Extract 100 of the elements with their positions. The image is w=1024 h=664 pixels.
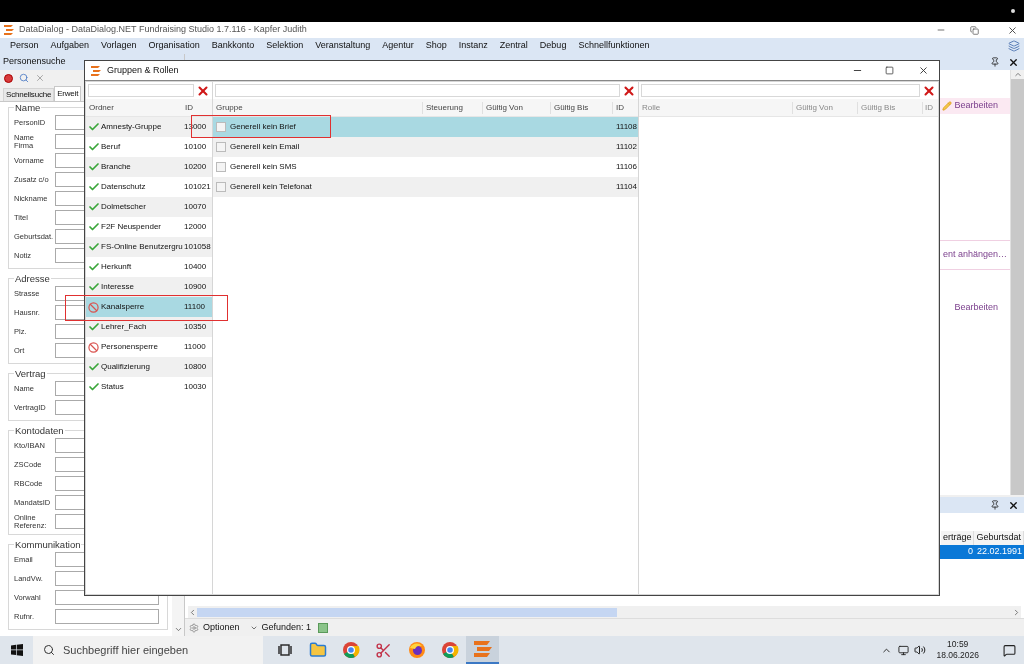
notification-icon[interactable] [1003, 643, 1016, 657]
tab[interactable]: Erweit [54, 86, 82, 101]
clear-icon[interactable] [922, 83, 936, 98]
menu-item[interactable]: Aufgaben [44, 39, 96, 53]
menu-item[interactable]: Zentral [493, 39, 534, 53]
task-view-icon[interactable] [277, 644, 292, 656]
menu-item[interactable]: Agentur [376, 39, 420, 53]
folder-name: Beruf [101, 141, 122, 153]
list-row[interactable]: Kanalsperre 11100 [86, 297, 212, 317]
windows-icon[interactable] [1008, 40, 1020, 52]
clock[interactable]: 10:59 18.06.2026 [936, 639, 979, 661]
search-field[interactable]: Suchbegriff hier eingeben [33, 636, 263, 664]
menu-item[interactable]: Person [4, 39, 45, 53]
menu-item[interactable]: Schnellfunktionen [572, 39, 656, 53]
checkbox[interactable] [216, 122, 226, 132]
search-icon[interactable] [19, 73, 29, 83]
list-row[interactable]: Generell kein Telefonat 11104 [213, 177, 638, 197]
scroll-right-icon[interactable] [1012, 607, 1021, 617]
filter-field[interactable] [88, 84, 194, 97]
menu-item[interactable]: Bankkonto [205, 39, 261, 53]
scissors-icon[interactable] [375, 641, 392, 659]
folder-name: Datenschutz [101, 181, 147, 193]
close-icon[interactable] [1008, 499, 1019, 511]
table-row[interactable]: 0 22.02.1991 [937, 545, 1024, 559]
firefox-icon[interactable] [407, 641, 426, 659]
folder-id: 10200 [184, 161, 208, 173]
input-field[interactable] [55, 609, 159, 624]
group-name: Generell kein Brief [229, 121, 297, 133]
close-icon[interactable] [1007, 24, 1018, 36]
pin-icon[interactable] [990, 500, 1000, 510]
menu-item[interactable]: Instanz [452, 39, 494, 53]
column-header[interactable]: Geburtsdat [974, 531, 1024, 545]
column-header[interactable]: Gültig Bis [857, 101, 922, 114]
browser-icon[interactable] [341, 641, 360, 659]
column-header[interactable]: Gruppe [213, 101, 422, 114]
volume-icon[interactable] [914, 644, 927, 656]
checkbox[interactable] [216, 162, 226, 172]
folder-id: 101058 [184, 241, 212, 253]
folder-name: Amnesty-Gruppe [101, 121, 163, 133]
folder-icon[interactable] [308, 641, 327, 659]
column-header[interactable]: Steuerung [422, 101, 482, 114]
checkbox[interactable] [216, 142, 226, 152]
windows-logo-icon[interactable] [11, 644, 23, 656]
filter-field[interactable] [215, 84, 620, 97]
list-row[interactable]: Qualifizierung 10800 [86, 357, 212, 377]
menu-item[interactable]: Organisation [142, 39, 206, 53]
menu-item[interactable]: Vorlagen [95, 39, 143, 53]
edit-link[interactable]: Bearbeiten [942, 99, 998, 113]
folder-id: 10350 [184, 321, 208, 333]
edit-link[interactable]: Bearbeiten [954, 301, 998, 315]
scroll-down-icon[interactable] [173, 625, 183, 634]
column-header[interactable]: Ordner [86, 101, 184, 114]
list-row[interactable]: Generell kein Email 11102 [213, 137, 638, 157]
column-header[interactable]: Gültig Von [792, 101, 857, 114]
menu-item[interactable]: Shop [419, 39, 453, 53]
list-row[interactable]: Generell kein Brief 11108 [213, 117, 638, 137]
list-row[interactable]: Lehrer_Fach 10350 [86, 317, 212, 337]
stop-icon[interactable] [4, 73, 13, 83]
app-logo-icon[interactable] [472, 640, 493, 658]
column-header[interactable]: ID [922, 101, 938, 114]
folder-id: 10070 [184, 201, 208, 213]
column-header[interactable]: Gültig Von [482, 101, 550, 114]
close-icon[interactable] [1008, 56, 1019, 68]
group-name: Generell kein SMS [229, 161, 298, 173]
maximize-icon[interactable] [885, 66, 894, 75]
list-row[interactable]: FS-Online Benutzergru 101058 [86, 237, 212, 257]
folder-id: 101021 [184, 181, 212, 193]
tab[interactable]: Schnellsuche [3, 88, 55, 101]
checkbox[interactable] [216, 182, 226, 192]
options-button[interactable]: Optionen [203, 620, 240, 635]
group-name: Generell kein Telefonat [229, 181, 313, 193]
gear-icon[interactable] [189, 622, 199, 633]
list-row[interactable]: Dolmetscher 10070 [86, 197, 212, 217]
filter-field[interactable] [641, 84, 920, 97]
clear-icon[interactable] [196, 83, 210, 98]
folder-name: Dolmetscher [101, 201, 147, 213]
clear-icon[interactable] [622, 83, 636, 98]
group-name: Generell kein Email [229, 141, 301, 153]
taskbar-button[interactable] [466, 636, 499, 664]
pin-icon[interactable] [990, 57, 1000, 67]
close-icon[interactable] [918, 65, 929, 76]
menu-item[interactable]: Selektion [260, 39, 310, 53]
column-header[interactable]: Gültig Bis [550, 101, 612, 114]
menu-item[interactable]: Debug [533, 39, 573, 53]
folder-id: 10030 [184, 381, 208, 393]
scroll-left-icon[interactable] [188, 607, 197, 617]
network-icon[interactable] [898, 644, 910, 656]
column-header[interactable]: ID [612, 101, 638, 114]
folder-name: Interesse [101, 281, 135, 293]
group-title: Adresse [14, 273, 51, 284]
browser-icon[interactable] [440, 641, 459, 659]
menu-item[interactable]: Veranstaltung [309, 39, 377, 53]
column-header[interactable]: Rolle [639, 101, 792, 114]
list-row[interactable]: Interesse 10900 [86, 277, 212, 297]
restore-icon[interactable] [970, 25, 979, 35]
column-header[interactable]: ID [184, 101, 212, 114]
column-header[interactable]: erträge [940, 531, 975, 545]
list-row[interactable]: Branche 10200 [86, 157, 212, 177]
scrollbar-thumb[interactable] [197, 607, 617, 617]
attach-link[interactable]: ent anhängen… [942, 248, 1007, 262]
